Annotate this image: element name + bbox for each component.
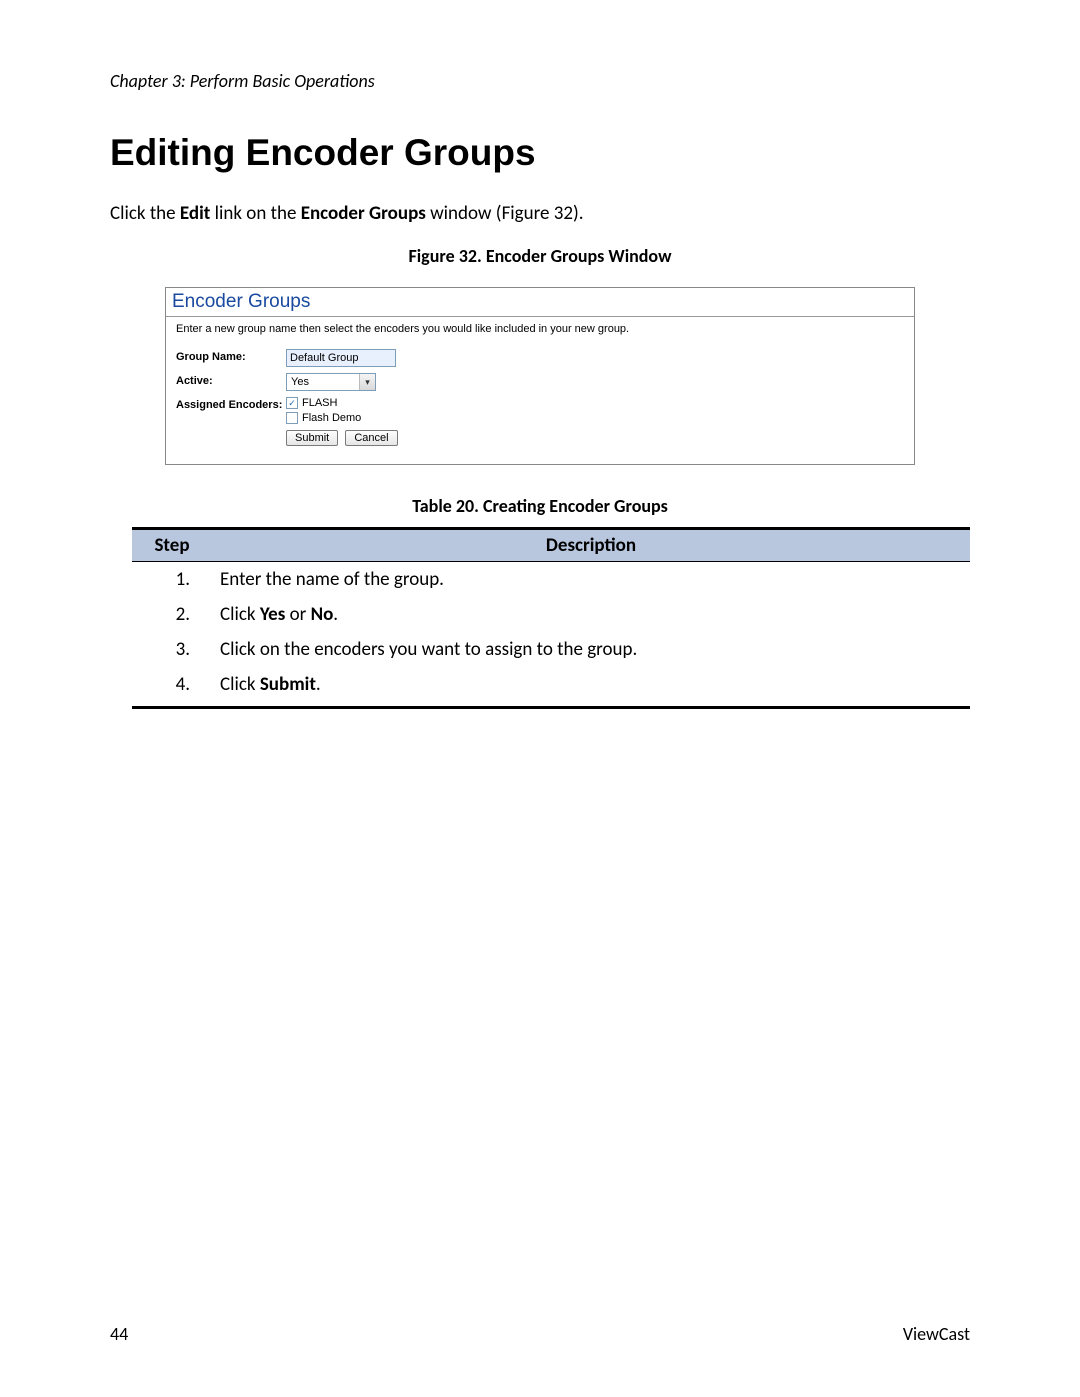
screenshot-instruction: Enter a new group name then select the e… — [176, 323, 904, 335]
step-number: 4. — [132, 667, 212, 708]
desc-text: Click — [220, 673, 260, 696]
table-header-step: Step — [132, 529, 212, 562]
intro-text-post: window (Figure 32). — [426, 202, 584, 225]
table-row: 1. Enter the name of the group. — [132, 562, 970, 598]
group-name-input[interactable] — [286, 349, 396, 367]
active-label: Active: — [176, 373, 286, 387]
desc-text: . — [316, 673, 321, 696]
step-number: 1. — [132, 562, 212, 598]
table-header-desc: Description — [212, 529, 970, 562]
encoder-checkbox-flash[interactable] — [286, 397, 298, 409]
group-name-label: Group Name: — [176, 349, 286, 363]
desc-text: Click on the encoders you want to assign… — [220, 638, 637, 661]
page-title: Editing Encoder Groups — [110, 132, 970, 174]
desc-bold: Yes — [260, 603, 286, 626]
intro-bold-groups: Encoder Groups — [301, 202, 426, 225]
step-desc: Click on the encoders you want to assign… — [212, 632, 970, 667]
steps-table: Step Description 1. Enter the name of th… — [132, 527, 970, 709]
active-select-value: Yes — [287, 376, 359, 388]
screenshot-figure: Encoder Groups Enter a new group name th… — [165, 287, 915, 465]
desc-text: or — [285, 603, 310, 626]
intro-text: Click the — [110, 202, 180, 225]
table-row: 4. Click Submit. — [132, 667, 970, 708]
encoder-checkbox-flash-demo[interactable] — [286, 412, 298, 424]
intro-text-mid: link on the — [210, 202, 300, 225]
desc-bold: Submit — [260, 673, 316, 696]
screenshot-title: Encoder Groups — [166, 288, 914, 317]
page-number: 44 — [110, 1323, 128, 1345]
table-row: 2. Click Yes or No. — [132, 597, 970, 632]
chevron-down-icon: ▾ — [359, 374, 375, 390]
figure-caption: Figure 32. Encoder Groups Window — [110, 245, 970, 267]
intro-paragraph: Click the Edit link on the Encoder Group… — [110, 202, 970, 225]
active-select[interactable]: Yes ▾ — [286, 373, 376, 391]
step-number: 3. — [132, 632, 212, 667]
encoder-label: FLASH — [302, 397, 337, 409]
step-desc: Click Submit. — [212, 667, 970, 708]
footer-brand: ViewCast — [903, 1323, 970, 1345]
cancel-button[interactable]: Cancel — [345, 430, 397, 446]
table-caption: Table 20. Creating Encoder Groups — [110, 495, 970, 517]
step-number: 2. — [132, 597, 212, 632]
encoder-label: Flash Demo — [302, 412, 361, 424]
desc-text: Enter the name of the group. — [220, 568, 444, 591]
desc-text: Click — [220, 603, 260, 626]
chapter-header: Chapter 3: Perform Basic Operations — [110, 70, 970, 92]
desc-text: . — [333, 603, 338, 626]
assigned-encoders-label: Assigned Encoders: — [176, 397, 286, 411]
submit-button[interactable]: Submit — [286, 430, 338, 446]
step-desc: Click Yes or No. — [212, 597, 970, 632]
step-desc: Enter the name of the group. — [212, 562, 970, 598]
desc-bold: No — [311, 603, 334, 626]
intro-bold-edit: Edit — [180, 202, 210, 225]
table-row: 3. Click on the encoders you want to ass… — [132, 632, 970, 667]
